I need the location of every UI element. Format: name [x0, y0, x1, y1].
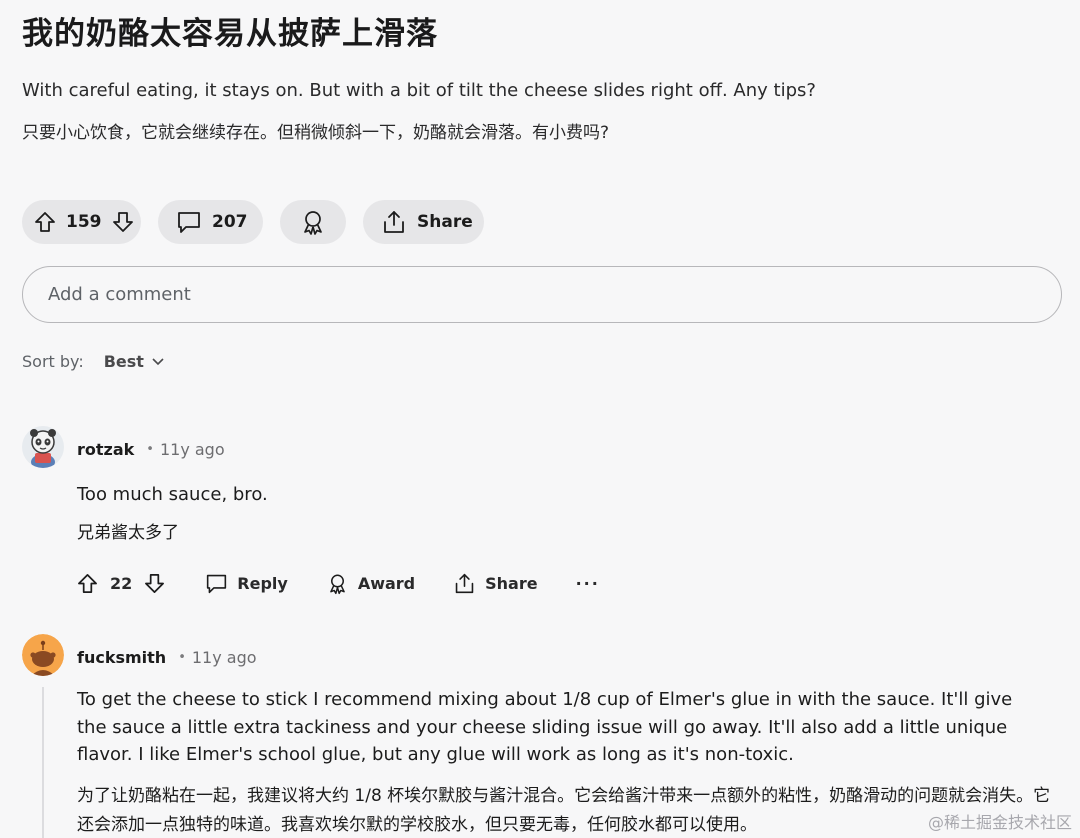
comment-input[interactable]	[46, 283, 1061, 306]
add-comment-box[interactable]	[22, 266, 1062, 323]
comment-vote: 22	[77, 573, 165, 594]
sort-dropdown[interactable]: Best	[104, 352, 164, 371]
share-button[interactable]: Share	[363, 200, 484, 244]
comment-text-english: To get the cheese to stick I recommend m…	[77, 689, 1013, 765]
sort-row: Sort by: Best	[22, 352, 164, 371]
award-label: Award	[357, 574, 416, 593]
reply-label: Reply	[237, 574, 288, 593]
avatar[interactable]	[22, 634, 64, 676]
comment-text-english: Too much sauce, bro.	[77, 484, 268, 505]
comment-text-chinese: 为了让奶酪粘在一起，我建议将大约 1/8 杯埃尔默胶与酱汁混合。它会给酱汁带来一…	[77, 786, 1051, 835]
watermark: @稀土掘金技术社区	[927, 813, 1072, 832]
arrow-up-icon[interactable]	[77, 573, 98, 594]
timestamp: 11y ago	[159, 440, 225, 459]
post-body-chinese: 只要小心饮食，它就会继续存在。但稍微倾斜一下，奶酪就会滑落。有小费吗?	[22, 123, 610, 143]
award-ribbon-icon	[326, 572, 349, 595]
timestamp: 11y ago	[191, 648, 257, 667]
share-upload-icon	[381, 209, 407, 235]
separator-dot: •	[178, 650, 186, 665]
arrow-down-icon[interactable]	[144, 573, 165, 594]
speech-bubble-icon	[176, 209, 202, 235]
comments-button[interactable]: 207	[158, 200, 263, 244]
arrow-up-icon[interactable]	[34, 211, 56, 233]
more-options-button[interactable]: ···	[576, 574, 600, 593]
arrow-down-icon[interactable]	[112, 211, 134, 233]
award-button[interactable]: Award	[326, 572, 415, 595]
username[interactable]: rotzak	[77, 440, 134, 459]
reddit-post-page: 我的奶酪太容易从披萨上滑落 With careful eating, it st…	[0, 0, 1080, 838]
chevron-down-icon	[152, 357, 164, 366]
sort-value: Best	[103, 352, 144, 371]
comment-meta: rotzak • 11y ago	[77, 440, 225, 459]
post-action-bar: 159 207 Share	[22, 200, 484, 244]
comment-actions: 22 Reply Award Share ···	[77, 572, 600, 595]
upvote-count: 159	[66, 212, 102, 232]
username[interactable]: fucksmith	[77, 648, 166, 667]
share-label: Share	[485, 574, 538, 593]
thread-line[interactable]	[42, 687, 44, 838]
post-title: 我的奶酪太容易从披萨上滑落	[22, 16, 438, 52]
comment-count: 207	[212, 212, 248, 232]
share-label: Share	[417, 212, 473, 232]
comment-meta: fucksmith • 11y ago	[77, 648, 257, 667]
sort-label: Sort by:	[22, 352, 84, 371]
award-button[interactable]	[280, 200, 346, 244]
comment-vote-count: 22	[110, 574, 133, 593]
separator-dot: •	[146, 442, 154, 457]
post-body-english: With careful eating, it stays on. But wi…	[22, 80, 816, 101]
award-ribbon-icon	[299, 208, 327, 236]
vote-pill: 159	[22, 200, 141, 244]
share-upload-icon	[453, 572, 476, 595]
speech-bubble-icon	[205, 572, 228, 595]
reply-button[interactable]: Reply	[205, 572, 288, 595]
avatar[interactable]	[22, 426, 64, 468]
comment-text-chinese: 兄弟酱太多了	[77, 523, 179, 543]
share-button[interactable]: Share	[453, 572, 538, 595]
